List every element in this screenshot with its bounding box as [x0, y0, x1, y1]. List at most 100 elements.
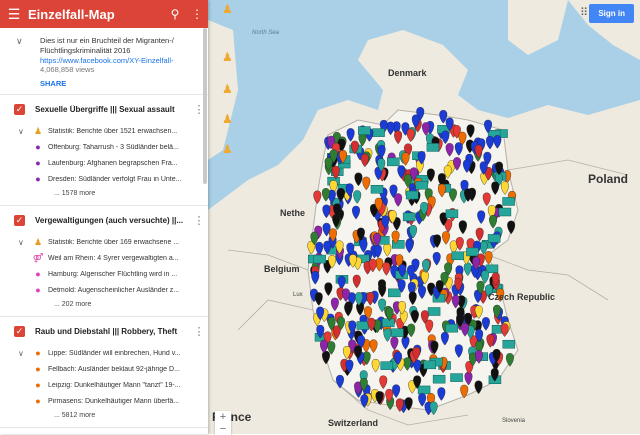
layer-item-text: Hamburg: Algerischer Flüchtling wird in … [48, 270, 178, 278]
search-icon[interactable]: ⚲ [164, 7, 186, 21]
layer-item[interactable]: ● Offenburg: Taharrush - 3 Südländer belä… [0, 139, 208, 155]
map-marker[interactable] [417, 385, 431, 395]
map-marker[interactable] [487, 234, 501, 243]
layer-section: ✓ Vergewaltigungen (auch versuchte) ||...… [0, 206, 208, 317]
view-count: 4,068,858 views [40, 65, 95, 74]
layer-item-text: Weil am Rhein: 4 Syrer vergewaltigten a.… [48, 254, 179, 262]
layer-header[interactable]: ✓ Sexuelle Übergriffe ||| Sexual assault ⋮ [0, 95, 208, 123]
map-marker[interactable] [380, 361, 393, 370]
layer-header[interactable]: ✓ Raub und Diebstahl ||| Robbery, Theft ⋮ [0, 317, 208, 345]
label-north-sea: North Sea [252, 30, 280, 36]
pin-icon: ● [35, 174, 41, 184]
map-marker[interactable] [402, 212, 416, 222]
layer-item-text: Detmold: Augenscheinlicher Ausländer z..… [48, 286, 180, 294]
map-marker[interactable] [450, 373, 463, 382]
label-luxembourg: Lux [293, 292, 303, 298]
map-marker[interactable] [502, 339, 516, 349]
zoom-control[interactable]: + − [215, 411, 231, 435]
label-poland: Poland [588, 172, 629, 186]
map-marker[interactable] [432, 374, 446, 384]
map-marker[interactable] [466, 247, 479, 257]
layer-item[interactable]: ● Pirmasens: Dunkelhäutiger Mann überfä..… [0, 393, 208, 409]
description-text: Dies ist nur ein Bruchteil der Migranten… [40, 36, 174, 55]
map-marker[interactable] [370, 185, 384, 194]
map-marker[interactable] [498, 207, 512, 217]
layer-section: ✓ Sexuelle Übergriffe ||| Sexual assault ⋮… [0, 95, 208, 206]
layer-item[interactable]: ∨ ● Lippe: Südländer will einbrechen, Hund… [0, 345, 208, 361]
map-marker[interactable] [391, 328, 404, 337]
layer-item[interactable]: ∨ ♟ Statistik: Berichte über 1521 erwachse… [0, 123, 208, 139]
map-marker[interactable] [313, 254, 326, 264]
side-panel: ☰ Einzelfall-Map ⚲ ⋮ ∨ Dies ist nur ein … [0, 0, 208, 434]
layer-item[interactable]: ● Laufenburg: Afghanen begrapschen Fra... [0, 155, 208, 171]
layer-item[interactable]: ● Detmold: Augenscheinlicher Ausländer z.… [0, 282, 208, 298]
layer-name: Sexuelle Übergriffe ||| Sexual assault [35, 104, 175, 114]
map-marker[interactable] [423, 360, 437, 370]
map-marker[interactable] [372, 128, 385, 137]
more-items-link[interactable]: ... 5812 more [0, 409, 208, 423]
map-canvas[interactable]: North Sea Denmark Poland Czech Republic … [208, 0, 640, 434]
couple-icon: ⚤ [32, 252, 44, 263]
pin-icon: ● [35, 285, 41, 295]
checkbox-checked-icon[interactable]: ✓ [14, 325, 25, 337]
layer-header[interactable]: ✓ Vergewaltigungen (auch versuchte) ||...… [0, 206, 208, 234]
layer-item[interactable]: ⚤ Weil am Rhein: 4 Syrer vergewaltigten a… [0, 250, 208, 266]
map-marker[interactable] [387, 157, 400, 167]
layer-name: Vergewaltigungen (auch versuchte) ||... [35, 215, 184, 225]
map-description: ∨ Dies ist nur ein Bruchteil der Migrant… [0, 28, 208, 95]
more-vert-icon[interactable]: ⋮ [190, 325, 208, 338]
map-marker[interactable] [382, 318, 395, 328]
checkbox-checked-icon[interactable]: ✓ [14, 103, 25, 115]
pegman-icon[interactable]: ♟ [222, 2, 233, 16]
app-bar: ☰ Einzelfall-Map ⚲ ⋮ [0, 0, 208, 28]
layer-name: Raub und Diebstahl ||| Robbery, Theft [35, 326, 178, 336]
chevron-down-icon[interactable]: ∨ [16, 36, 23, 47]
pin-icon: ● [35, 380, 41, 390]
share-button[interactable]: SHARE [40, 79, 200, 88]
map-marker[interactable] [356, 321, 370, 330]
map-marker[interactable] [405, 190, 419, 200]
map-marker[interactable] [445, 209, 459, 218]
sign-in-button[interactable]: Sign in [589, 4, 634, 23]
map-marker[interactable] [427, 307, 441, 316]
layer-item[interactable]: ∨ ♟ Statistik: Berichte über 169 erwachsen… [0, 234, 208, 250]
pin-icon: ● [35, 142, 41, 152]
more-vert-icon[interactable]: ⋮ [186, 7, 208, 21]
layer-item[interactable]: ● Dresden: Südländer verfolgt Frau in Unt… [0, 171, 208, 187]
map-marker[interactable] [451, 251, 465, 261]
map-marker[interactable] [388, 288, 401, 298]
layer-item-text: Lippe: Südländer will einbrechen, Hund v… [48, 349, 181, 357]
layer-list: ✓ Sexuelle Übergriffe ||| Sexual assault ⋮… [0, 95, 208, 428]
pegman-icon: ♟ [222, 82, 233, 96]
layer-item[interactable]: ● Fellbach: Ausländer beklaut 92-jährige … [0, 361, 208, 377]
map-marker[interactable] [426, 143, 440, 152]
map-marker[interactable] [502, 197, 515, 206]
chevron-down-icon: ∨ [18, 126, 24, 136]
header-icons: ⠿ [580, 6, 588, 19]
scrollbar[interactable] [203, 28, 207, 184]
layer-item-text: Statistik: Berichte über 1521 erwachsen.… [48, 127, 178, 135]
more-items-link[interactable]: ... 202 more [0, 298, 208, 312]
map-marker[interactable] [445, 323, 458, 333]
pegman-icon: ♟ [222, 112, 233, 126]
map-marker[interactable] [415, 180, 429, 190]
layer-item[interactable]: ● Leipzig: Dunkelhäutiger Mann "tanzt" 19… [0, 377, 208, 393]
pegman-icon: ♟ [222, 50, 233, 64]
pin-icon: ● [35, 158, 41, 168]
more-items-link[interactable]: ... 1578 more [0, 187, 208, 201]
label-netherlands: Nethe [280, 208, 306, 218]
more-vert-icon[interactable]: ⋮ [190, 214, 208, 227]
checkbox-checked-icon[interactable]: ✓ [14, 214, 25, 226]
layer-item[interactable]: ● Hamburg: Algerischer Flüchtling wird in… [0, 266, 208, 282]
layer-item-text: Dresden: Südländer verfolgt Frau in Unte… [48, 175, 182, 183]
map-basemap [208, 0, 640, 434]
description-link[interactable]: https://www.facebook.com/XY-Einzelfall- [40, 56, 200, 65]
apps-grid-icon[interactable]: ⠿ [580, 6, 588, 19]
map-marker[interactable] [358, 126, 371, 135]
menu-icon[interactable]: ☰ [0, 6, 28, 23]
layer-item-text: Statistik: Berichte über 169 erwachsene … [48, 238, 180, 246]
chevron-down-icon: ∨ [18, 348, 24, 358]
layer-item-text: Offenburg: Taharrush - 3 Südländer belä.… [48, 143, 179, 151]
label-denmark: Denmark [388, 68, 427, 78]
label-czech-republic: Czech Republic [488, 292, 556, 302]
